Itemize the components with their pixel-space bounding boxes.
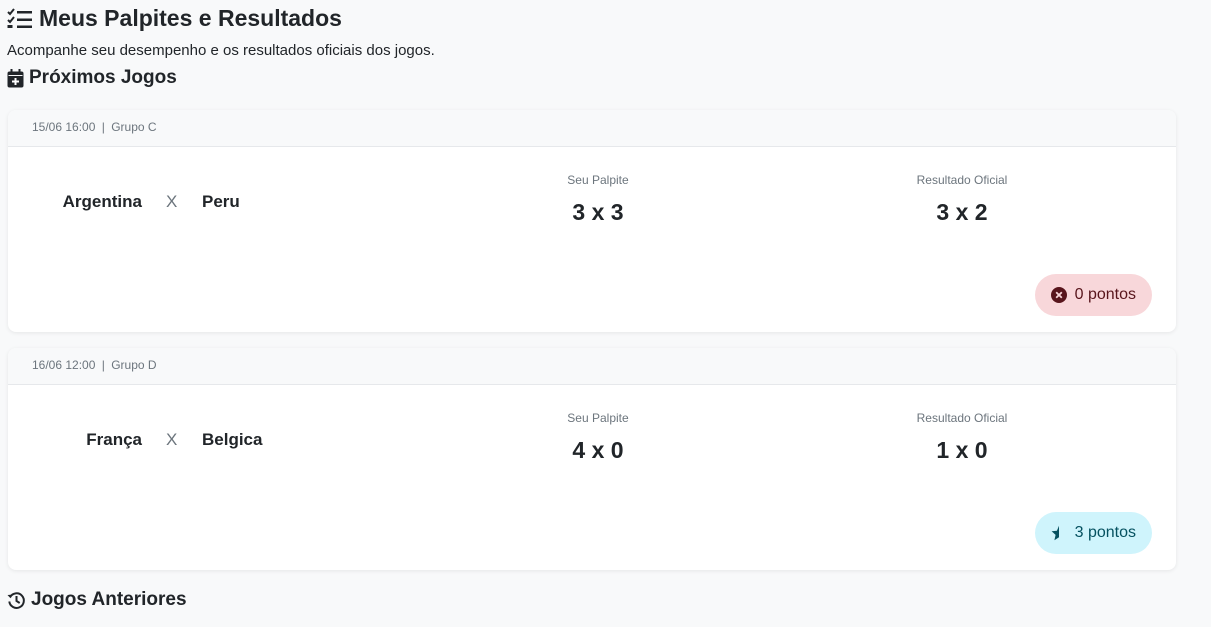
guess-score: 4 x 0 — [572, 437, 624, 463]
guess-block: Seu Palpite 3 x 3 — [448, 173, 748, 226]
section-previous-title: Jogos Anteriores — [7, 589, 187, 611]
result-score: 3 x 2 — [936, 199, 988, 225]
section-upcoming-label: Próximos Jogos — [29, 67, 177, 88]
points-badge: 3 pontos — [1034, 512, 1152, 554]
clock-history-icon — [7, 591, 26, 610]
guess-label: Seu Palpite — [567, 411, 629, 425]
result-label: Resultado Oficial — [916, 411, 1008, 425]
section-upcoming-title: Próximos Jogos — [7, 67, 177, 89]
home-team: Argentina — [62, 192, 142, 211]
guess-block: Seu Palpite 4 x 0 — [448, 411, 748, 464]
x-circle-icon — [1050, 287, 1067, 303]
result-block: Resultado Oficial 1 x 0 — [812, 411, 1112, 464]
away-team: Belgica — [202, 430, 263, 449]
home-team: França — [86, 430, 142, 449]
calendar-plus-icon — [7, 68, 24, 88]
versus-label: X — [166, 192, 178, 211]
points-badge: 0 pontos — [1034, 274, 1152, 316]
guess-score: 3 x 3 — [572, 199, 624, 225]
result-score: 1 x 0 — [936, 437, 988, 463]
page-title: Meus Palpites e Resultados — [7, 5, 342, 32]
versus-label: X — [166, 430, 178, 449]
match-header: 16/06 12:00 | Grupo D — [8, 348, 1176, 385]
section-previous-label: Jogos Anteriores — [31, 589, 187, 610]
result-label: Resultado Oficial — [916, 173, 1008, 187]
points-label: 3 pontos — [1074, 524, 1136, 541]
match-group: Grupo D — [111, 358, 157, 372]
match-card: 16/06 12:00 | Grupo D França X Belgica S… — [8, 348, 1176, 570]
match-header: 15/06 16:00 | Grupo C — [8, 110, 1176, 147]
match-datetime: 16/06 12:00 — [32, 358, 96, 372]
match-group: Grupo C — [111, 120, 157, 134]
match-card: 15/06 16:00 | Grupo C Argentina X Peru S… — [8, 110, 1176, 332]
result-block: Resultado Oficial 3 x 2 — [812, 173, 1112, 226]
page-subtitle: Acompanhe seu desempenho e os resultados… — [7, 42, 435, 59]
points-label: 0 pontos — [1074, 286, 1136, 303]
palpites-page: Meus Palpites e Resultados Acompanhe seu… — [0, 0, 1211, 627]
list-check-icon — [7, 7, 33, 30]
away-team: Peru — [202, 192, 240, 211]
header-separator: | — [101, 358, 105, 372]
header-separator: | — [101, 120, 105, 134]
page-title-text: Meus Palpites e Resultados — [39, 5, 342, 31]
star-half-icon — [1051, 525, 1067, 541]
guess-label: Seu Palpite — [567, 173, 629, 187]
match-datetime: 15/06 16:00 — [32, 120, 96, 134]
